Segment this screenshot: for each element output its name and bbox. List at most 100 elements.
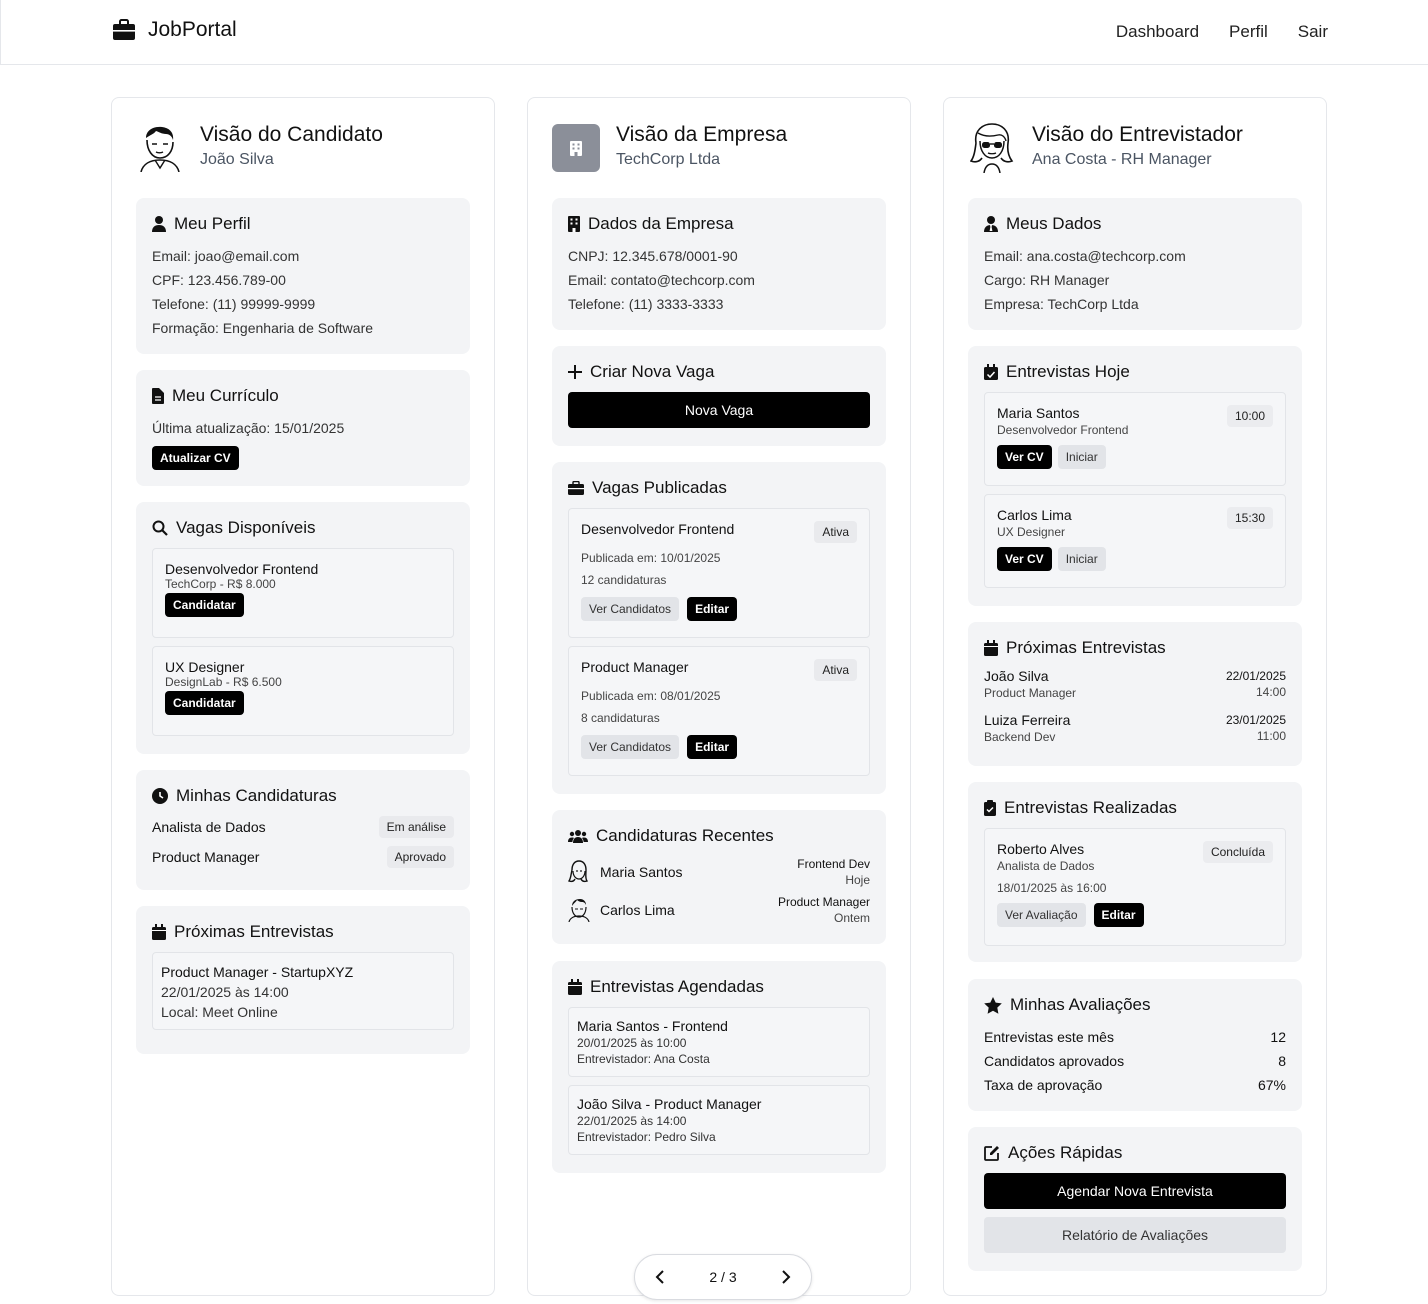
- interview-datetime: 22/01/2025 às 14:00: [161, 984, 289, 1000]
- update-cv-button[interactable]: Atualizar CV: [152, 446, 239, 470]
- job-title: Product Manager: [581, 659, 689, 675]
- interview-datetime: 22/01/2025 às 14:00: [577, 1114, 687, 1128]
- applicant-role: Product Manager: [777, 895, 870, 909]
- profile-education: Formação: Engenharia de Software: [152, 320, 374, 336]
- interviewee-role: Analista de Dados: [997, 859, 1095, 873]
- brand[interactable]: JobPortal: [112, 18, 237, 42]
- view-evaluation-button[interactable]: Ver Avaliação: [997, 903, 1086, 927]
- job-title: Desenvolvedor Frontend: [581, 521, 735, 537]
- view-candidates-button[interactable]: Ver Candidatos: [581, 597, 680, 621]
- user-tie-icon: [984, 216, 998, 232]
- applicant-role: Frontend Dev: [797, 857, 870, 871]
- interview-item: Product Manager - StartupXYZ 22/01/2025 …: [152, 952, 454, 1030]
- applicant-name: Maria Santos: [600, 864, 683, 880]
- my-applications-title: Minhas Candidaturas: [152, 786, 454, 806]
- job-title: UX Designer: [165, 659, 245, 675]
- plus-icon: [568, 365, 582, 379]
- scheduled-interviews-card: Entrevistas Agendadas Maria Santos - Fro…: [552, 961, 886, 1173]
- rating-label: Candidatos aprovados: [984, 1053, 1125, 1069]
- chevron-left-icon[interactable]: [655, 1270, 665, 1284]
- published-jobs-card: Vagas Publicadas Desenvolvedor Frontend A…: [552, 462, 886, 794]
- apply-button[interactable]: Candidatar: [165, 691, 244, 715]
- company-title: Visão da Empresa: [616, 123, 788, 146]
- upcoming-interviews-card: Próximas Entrevistas João Silva Product M…: [968, 622, 1302, 766]
- todays-interviews-card: Entrevistas Hoje Maria Santos Desenvolved…: [968, 346, 1302, 606]
- edit-button[interactable]: Editar: [687, 735, 738, 759]
- company-data-card: Dados da Empresa CNPJ: 12.345.678/0001-9…: [552, 198, 886, 330]
- scheduled-interview-item: Maria Santos - Frontend 20/01/2025 às 10…: [568, 1007, 870, 1077]
- evaluation-report-button[interactable]: Relatório de Avaliações: [984, 1217, 1286, 1253]
- company-logo: [552, 124, 600, 172]
- brand-name: JobPortal: [148, 18, 237, 41]
- application-row: Product Manager Aprovado: [152, 846, 454, 868]
- candidate-view-panel: Visão do Candidato João Silva Meu Perfil…: [111, 97, 495, 1296]
- edit-button[interactable]: Editar: [1093, 903, 1144, 927]
- nav-profile[interactable]: Perfil: [1229, 22, 1268, 42]
- nav-dashboard[interactable]: Dashboard: [1116, 22, 1199, 42]
- upcoming-interview-row: João Silva Product Manager 22/01/2025 14:0…: [984, 668, 1286, 702]
- company-data-title: Dados da Empresa: [568, 214, 870, 234]
- start-interview-button[interactable]: Iniciar: [1057, 547, 1106, 571]
- schedule-interview-button[interactable]: Agendar Nova Entrevista: [984, 1173, 1286, 1209]
- scheduled-interview-item: João Silva - Product Manager 22/01/2025 …: [568, 1085, 870, 1155]
- candidate-header: Visão do Candidato João Silva: [136, 123, 383, 172]
- interviewer-view-panel: Visão do Entrevistador Ana Costa - RH Ma…: [943, 97, 1327, 1296]
- job-published-date: Publicada em: 08/01/2025: [581, 689, 721, 703]
- interview-role: Product Manager - StartupXYZ: [161, 964, 354, 980]
- interview-datetime: 20/01/2025 às 10:00: [577, 1036, 687, 1050]
- company-cnpj: CNPJ: 12.345.678/0001-90: [568, 248, 738, 264]
- avatar: [568, 860, 589, 883]
- interview-time-badge: 10:00: [1226, 405, 1273, 427]
- today-interview-item: Maria Santos Desenvolvedor Frontend 10:00…: [984, 392, 1286, 486]
- my-profile-title: Meu Perfil: [152, 214, 454, 234]
- interview-time-badge: 15:30: [1226, 507, 1273, 529]
- nav-logout[interactable]: Sair: [1298, 22, 1328, 42]
- my-data-card: Meus Dados Email: ana.costa@techcorp.com…: [968, 198, 1302, 330]
- upcoming-interviews-title: Próximas Entrevistas: [984, 638, 1286, 658]
- rating-value: 8: [1278, 1053, 1286, 1069]
- quick-actions-title: Ações Rápidas: [984, 1143, 1286, 1163]
- recent-application-row: Carlos Lima Product Manager Ontem: [568, 894, 870, 926]
- briefcase-icon: [113, 19, 135, 40]
- rating-value: 12: [1270, 1029, 1286, 1045]
- calendar-check-icon: [984, 364, 998, 380]
- edit-button[interactable]: Editar: [687, 597, 738, 621]
- interviewee-role: UX Designer: [997, 525, 1066, 539]
- view-cv-button[interactable]: Ver CV: [997, 547, 1052, 571]
- new-job-button[interactable]: Nova Vaga: [568, 392, 870, 428]
- job-item: UX Designer DesignLab - R$ 6.500 Candida…: [152, 646, 454, 736]
- create-job-title: Criar Nova Vaga: [568, 362, 870, 382]
- todays-interviews-title: Entrevistas Hoje: [984, 362, 1286, 382]
- rating-label: Taxa de aprovação: [984, 1077, 1103, 1093]
- rating-row: Entrevistas este mês 12: [984, 1025, 1286, 1049]
- view-candidates-button[interactable]: Ver Candidatos: [581, 735, 680, 759]
- company-phone: Telefone: (11) 3333-3333: [568, 296, 724, 312]
- application-name: Product Manager: [152, 849, 260, 865]
- published-job-item: Product Manager Ativa Publicada em: 08/01…: [568, 646, 870, 776]
- applicant-when: Ontem: [833, 911, 870, 925]
- file-icon: [152, 388, 164, 404]
- my-applications-card: Minhas Candidaturas Analista de Dados Em…: [136, 770, 470, 890]
- start-interview-button[interactable]: Iniciar: [1057, 445, 1106, 469]
- status-badge: Ativa: [814, 521, 857, 543]
- clipboard-check-icon: [984, 800, 996, 816]
- cv-last-updated: Última atualização: 15/01/2025: [152, 420, 345, 436]
- scheduled-interviews-title: Entrevistas Agendadas: [568, 977, 870, 997]
- application-row: Analista de Dados Em análise: [152, 816, 454, 838]
- chevron-right-icon[interactable]: [781, 1270, 791, 1284]
- page-indicator: 2 / 3: [709, 1269, 737, 1285]
- job-title: Desenvolvedor Frontend: [165, 561, 319, 577]
- job-item: Desenvolvedor Frontend TechCorp - R$ 8.0…: [152, 548, 454, 638]
- calendar-icon: [984, 640, 998, 656]
- my-profile-card: Meu Perfil Email: joao@email.com CPF: 12…: [136, 198, 470, 354]
- company-name: TechCorp Ltda: [616, 151, 721, 168]
- view-cv-button[interactable]: Ver CV: [997, 445, 1052, 469]
- interviewee-name: João Silva: [984, 668, 1049, 684]
- user-icon: [152, 216, 166, 232]
- completed-interview-item: Roberto Alves Analista de Dados Concluída…: [984, 828, 1286, 946]
- clock-icon: [152, 788, 168, 804]
- building-icon: [568, 216, 580, 232]
- apply-button[interactable]: Candidatar: [165, 593, 244, 617]
- applicant-name: Carlos Lima: [600, 902, 675, 918]
- candidate-title: Visão do Candidato: [200, 123, 383, 146]
